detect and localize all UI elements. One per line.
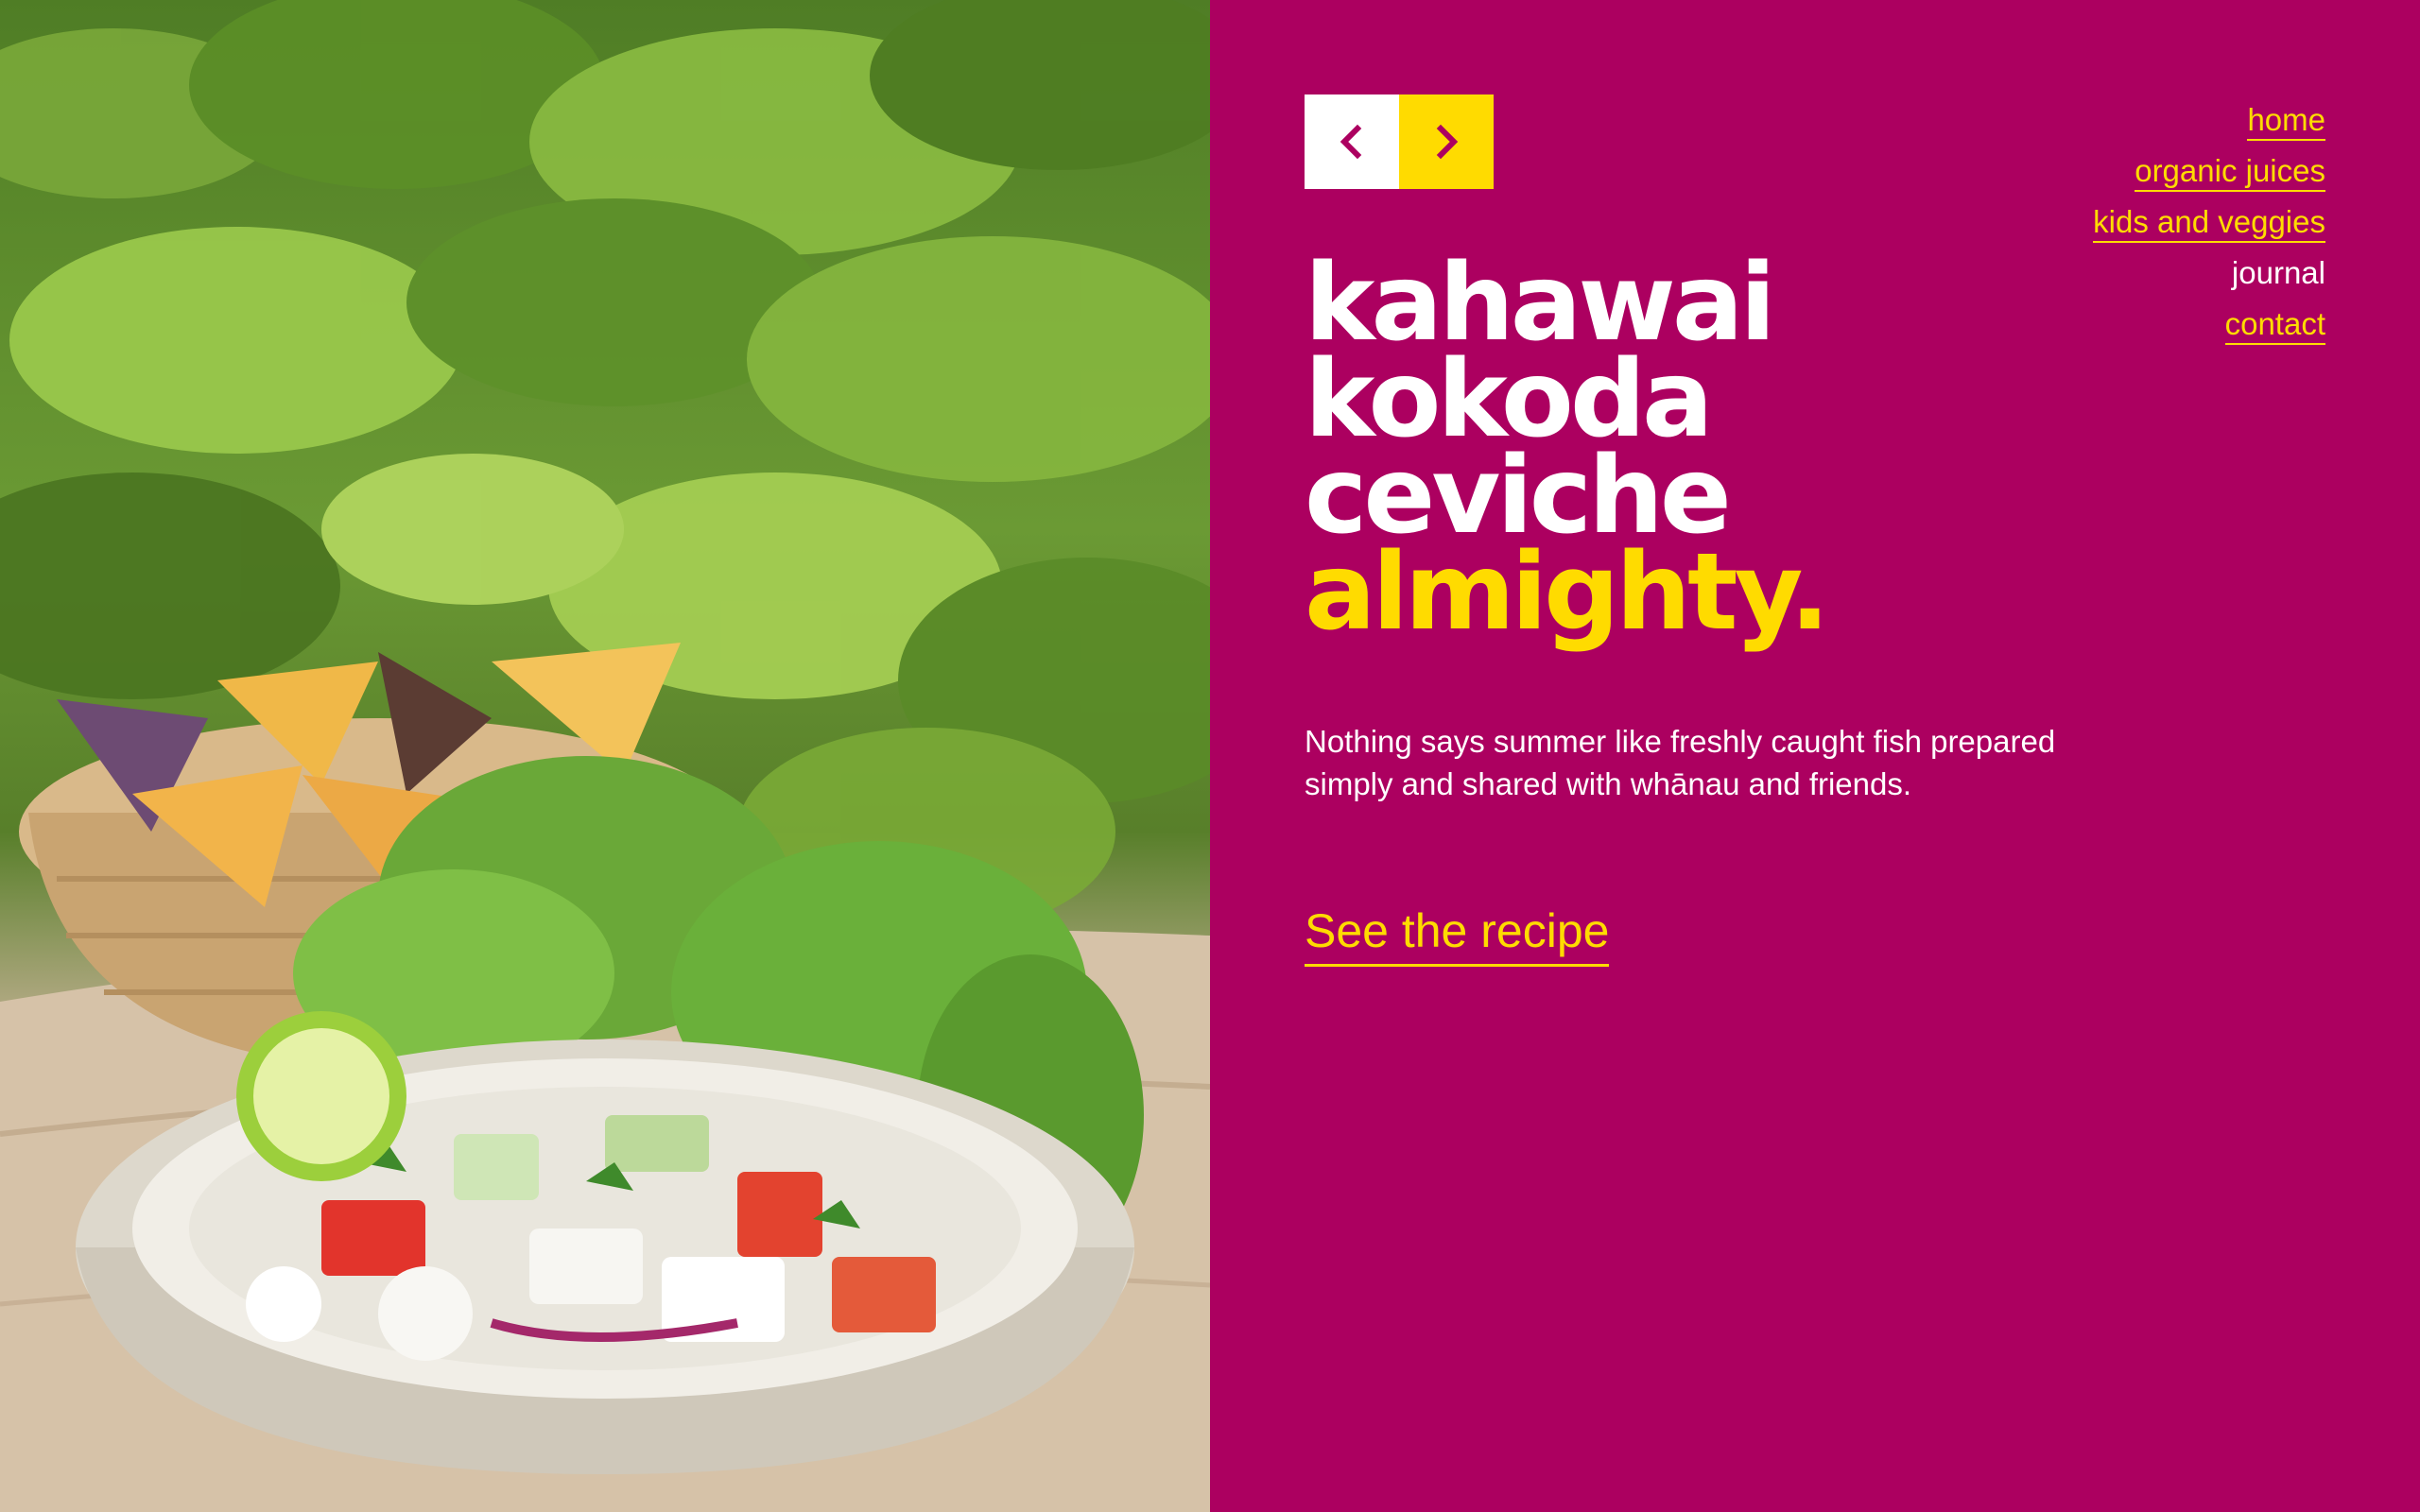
see-recipe-link[interactable]: See the recipe: [1305, 898, 1610, 967]
article-intro: Nothing says summer like freshly caught …: [1305, 724, 2056, 801]
title-accent: almighty.: [1305, 531, 1830, 654]
nav-item-organic-juices[interactable]: organic juices: [2093, 146, 2325, 197]
title-line: ceviche: [1305, 435, 1732, 558]
title-line: kokoda: [1305, 338, 1714, 461]
content-panel: home organic juices kids and veggies jou…: [1210, 0, 2420, 1512]
nav-item-journal[interactable]: journal: [2093, 248, 2325, 299]
nav-item-home[interactable]: home: [2093, 94, 2325, 146]
nav-item-contact[interactable]: contact: [2093, 299, 2325, 350]
article-title: kahawai kokoda ceviche almighty.: [1305, 242, 1830, 654]
hero-photo: [0, 0, 1210, 1512]
chevron-left-icon: [1340, 124, 1362, 160]
slider-controls: [1305, 94, 1494, 189]
nav-item-kids-and-veggies[interactable]: kids and veggies: [2093, 197, 2325, 248]
title-line: kahawai: [1305, 242, 1776, 365]
chevron-right-icon: [1436, 124, 1459, 160]
next-slide-button[interactable]: [1399, 94, 1494, 189]
main-nav: home organic juices kids and veggies jou…: [2093, 94, 2325, 350]
ceviche-photo-illustration: [0, 0, 1210, 1512]
previous-slide-button[interactable]: [1305, 94, 1399, 189]
page: home organic juices kids and veggies jou…: [0, 0, 2420, 1512]
